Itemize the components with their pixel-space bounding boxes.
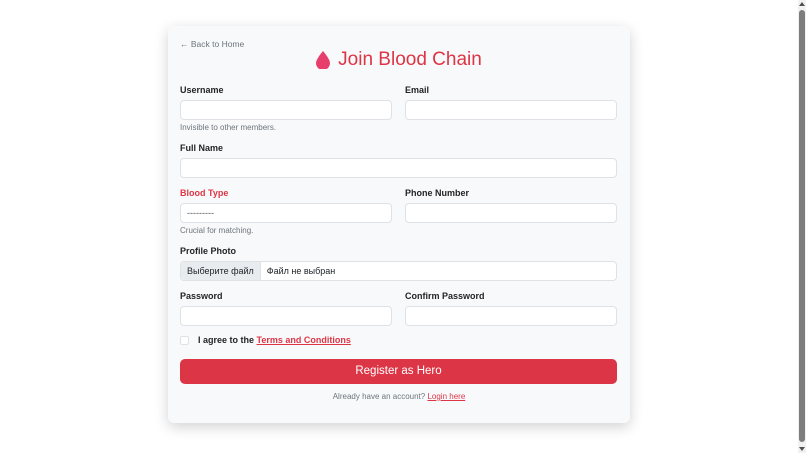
- registration-card: ← Back to Home Join Blood Chain Username…: [168, 26, 630, 423]
- login-link[interactable]: Login here: [427, 392, 465, 401]
- profile-photo-label: Profile Photo: [180, 246, 236, 256]
- blood-type-select[interactable]: ---------: [180, 203, 392, 223]
- page-title: Join Blood Chain: [168, 49, 630, 71]
- username-help-text: Invisible to other members.: [180, 123, 277, 132]
- login-prompt: Already have an account? Login here: [168, 392, 630, 401]
- username-input[interactable]: [180, 100, 392, 120]
- back-to-home-link[interactable]: ← Back to Home: [180, 39, 244, 49]
- login-prompt-text: Already have an account?: [332, 392, 428, 401]
- page-title-text: Join Blood Chain: [338, 49, 482, 70]
- scrollbar-thumb[interactable]: [799, 10, 805, 442]
- choose-file-button[interactable]: Выберите файл: [181, 262, 261, 280]
- profile-photo-file-input[interactable]: Выберите файл Файл не выбран: [180, 261, 617, 281]
- terms-agreement-text: I agree to the: [198, 335, 257, 345]
- blood-drop-icon: [316, 51, 331, 69]
- blood-type-help-text: Crucial for matching.: [180, 226, 254, 235]
- username-label: Username: [180, 85, 224, 95]
- password-input[interactable]: [180, 306, 392, 326]
- file-status-text: Файл не выбран: [266, 266, 336, 276]
- scroll-down-arrow-icon[interactable]: [799, 447, 805, 451]
- confirm-password-label: Confirm Password: [405, 291, 485, 301]
- terms-link[interactable]: Terms and Conditions: [257, 335, 351, 345]
- email-label: Email: [405, 85, 430, 95]
- email-input[interactable]: [405, 100, 617, 120]
- register-button[interactable]: Register as Hero: [180, 359, 617, 384]
- terms-checkbox[interactable]: [180, 336, 189, 345]
- vertical-scrollbar[interactable]: [798, 0, 806, 453]
- full-name-label: Full Name: [180, 143, 224, 153]
- password-label: Password: [180, 291, 223, 301]
- confirm-password-input[interactable]: [405, 306, 617, 326]
- phone-number-label: Phone Number: [405, 188, 470, 198]
- phone-number-input[interactable]: [405, 203, 617, 223]
- blood-type-label: Blood Type: [180, 188, 229, 198]
- terms-agreement: I agree to the Terms and Conditions: [198, 335, 351, 345]
- full-name-input[interactable]: [180, 158, 617, 178]
- scroll-up-arrow-icon[interactable]: [799, 2, 805, 6]
